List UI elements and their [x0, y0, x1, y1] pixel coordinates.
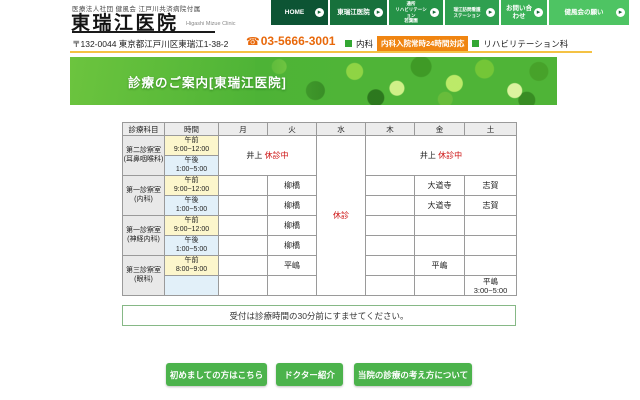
schedule-cell — [366, 196, 415, 216]
nav-item-home[interactable]: HOME ▸ — [271, 0, 328, 25]
schedule-cell — [219, 176, 268, 196]
col-header: 土 — [465, 123, 517, 136]
schedule-cell — [465, 236, 517, 256]
schedule-cell — [219, 256, 268, 276]
schedule-cell — [268, 276, 317, 296]
schedule-cell — [219, 196, 268, 216]
logo-underline — [72, 31, 215, 33]
col-header: 金 — [415, 123, 465, 136]
phone-icon: ☎ — [246, 36, 260, 48]
arrow-circle-icon: ▸ — [534, 8, 543, 17]
schedule-cell: 柳橋 — [268, 176, 317, 196]
room-cell: 第一診察室(内科) — [123, 176, 165, 216]
table-header-row: 診療科目 時間 月 火 水 木 金 土 — [123, 123, 517, 136]
first-visit-button[interactable]: 初めましての方はこちら — [166, 363, 267, 386]
time-cell — [165, 276, 219, 296]
arrow-circle-icon: ▸ — [486, 8, 495, 17]
schedule-cell — [366, 256, 415, 276]
schedule-cell: 柳橋 — [268, 196, 317, 216]
nav-item-label: お問い合わせ — [506, 5, 532, 19]
schedule-table: 診療科目 時間 月 火 水 木 金 土 第二診察室(耳鼻咽喉科) 午前9:00~… — [122, 122, 517, 296]
schedule-cell: 井上 休診中 — [366, 136, 517, 176]
schedule-cell: 大道寺 — [415, 196, 465, 216]
room-cell: 第一診察室(神経内科) — [123, 216, 165, 256]
schedule-cell: 大道寺 — [415, 176, 465, 196]
phone-number: ☎03-5666-3001 — [246, 34, 335, 48]
green-square-icon — [472, 40, 479, 47]
table-row: 第二診察室(耳鼻咽喉科) 午前9:00~12:00 井上 休診中 休診 井上 休… — [123, 136, 517, 156]
nav-item-label: 通所 リハビリテーション 若葉園 — [394, 1, 428, 24]
clinic-address: 〒132-0044 東京都江戸川区東瑞江1-38-2 — [72, 38, 228, 50]
page: 医療法人社団 健風会 江戸川共済病院付属 東瑞江医院 Higashi Mizue… — [0, 0, 640, 400]
time-cell: 午前9:00~12:00 — [165, 136, 219, 156]
nav-item-clinic[interactable]: 東瑞江医院 ▸ — [330, 0, 387, 25]
nav-item-label: 瑞江訪問看護 ステーション — [450, 7, 484, 18]
schedule-cell — [465, 216, 517, 236]
main-nav: HOME ▸ 東瑞江医院 ▸ 通所 リハビリテーション 若葉園 ▸ 瑞江訪問看護… — [271, 0, 629, 25]
badge-24h: 内科入院常時24時間対応 — [377, 36, 468, 51]
arrow-circle-icon: ▸ — [616, 8, 625, 17]
schedule-cell: 志賀 — [465, 196, 517, 216]
time-cell: 午後1:00~5:00 — [165, 236, 219, 256]
schedule-cell — [415, 236, 465, 256]
col-header: 木 — [366, 123, 415, 136]
schedule-cell: 平嶋 — [268, 256, 317, 276]
schedule-cell — [219, 276, 268, 296]
treatment-policy-button[interactable]: 当院の診療の考え方について — [354, 363, 472, 386]
foliage-fade — [255, 57, 557, 105]
reception-note: 受付は診療時間の30分前にすませてください。 — [122, 305, 516, 326]
room-cell: 第三診察室(眼科) — [123, 256, 165, 296]
schedule-cell: 井上 休診中 — [219, 136, 317, 176]
schedule-cell — [366, 276, 415, 296]
col-header: 水 — [317, 123, 366, 136]
page-title: 診療のご案内[東瑞江医院] — [128, 57, 287, 105]
green-square-icon — [345, 40, 352, 47]
department-row: 内科 内科入院常時24時間対応 リハビリテーション科 — [345, 36, 568, 51]
header-divider — [70, 51, 592, 53]
nav-item-label: 健風会の願い — [554, 9, 614, 16]
schedule-cell — [415, 276, 465, 296]
nav-item-day-rehab[interactable]: 通所 リハビリテーション 若葉園 ▸ — [389, 0, 443, 25]
schedule-cell — [366, 176, 415, 196]
nav-item-visiting-nurse-station[interactable]: 瑞江訪問看護 ステーション ▸ — [445, 0, 499, 25]
time-cell: 午前9:00~12:00 — [165, 216, 219, 236]
wednesday-closed-cell: 休診 — [317, 136, 366, 296]
clinic-name-english: Higashi Mizue Clinic — [186, 21, 236, 27]
doctor-intro-button[interactable]: ドクター紹介 — [276, 363, 343, 386]
nav-item-kenpukai-wish[interactable]: 健風会の願い ▸ — [549, 0, 629, 25]
nav-item-label: 東瑞江医院 — [335, 9, 372, 16]
nav-item-label: HOME — [276, 9, 313, 16]
time-cell: 午前9:00~12:00 — [165, 176, 219, 196]
schedule-cell — [219, 236, 268, 256]
dept-internal-label: 内科 — [356, 38, 373, 50]
schedule-cell: 柳橋 — [268, 216, 317, 236]
schedule-cell — [366, 216, 415, 236]
schedule-cell: 柳橋 — [268, 236, 317, 256]
schedule-cell: 志賀 — [465, 176, 517, 196]
room-cell: 第二診察室(耳鼻咽喉科) — [123, 136, 165, 176]
col-header: 火 — [268, 123, 317, 136]
schedule-cell: 平嶋3:00~5:00 — [465, 276, 517, 296]
time-cell: 午後1:00~5:00 — [165, 196, 219, 216]
col-header: 診療科目 — [123, 123, 165, 136]
time-cell: 午後1:00~5:00 — [165, 156, 219, 176]
schedule-cell: 平嶋 — [415, 256, 465, 276]
schedule-cell — [366, 236, 415, 256]
page-banner: 診療のご案内[東瑞江医院] — [70, 57, 557, 105]
schedule-cell — [465, 256, 517, 276]
nav-item-contact[interactable]: お問い合わせ ▸ — [501, 0, 547, 25]
col-header: 月 — [219, 123, 268, 136]
arrow-circle-icon: ▸ — [430, 8, 439, 17]
arrow-circle-icon: ▸ — [374, 8, 383, 17]
schedule-cell — [219, 216, 268, 236]
arrow-circle-icon: ▸ — [315, 8, 324, 17]
dept-rehab-label: リハビリテーション科 — [483, 38, 568, 50]
col-header: 時間 — [165, 123, 219, 136]
schedule-cell — [415, 216, 465, 236]
time-cell: 午前8:00~9:00 — [165, 256, 219, 276]
